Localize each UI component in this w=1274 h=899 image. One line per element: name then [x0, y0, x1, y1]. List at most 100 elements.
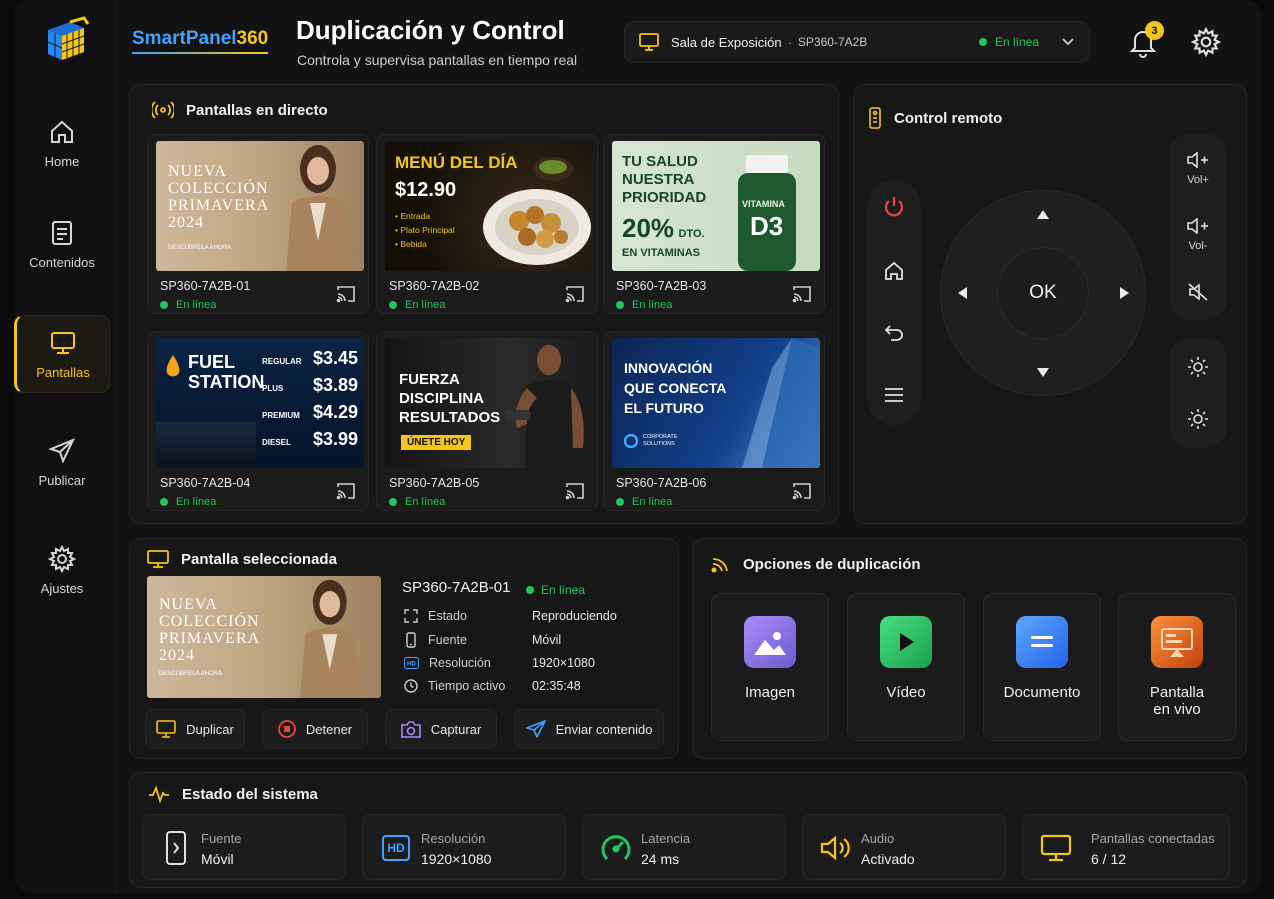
screen-card-03[interactable]: TU SALUD NUESTRA PRIORIDAD 20% DTO. EN V… [603, 134, 825, 314]
stat-source: Fuente Móvil [142, 814, 346, 880]
option-image[interactable]: Imagen [711, 593, 829, 741]
live-screen-icon [1151, 616, 1203, 668]
dpad-left-button[interactable] [948, 278, 976, 308]
cast-icon[interactable] [565, 482, 585, 500]
cast-icon[interactable] [565, 285, 585, 303]
cast-icon[interactable] [792, 285, 812, 303]
sidebar-item-pantallas[interactable]: Pantallas [14, 315, 110, 393]
option-video[interactable]: Vídeo [847, 593, 965, 741]
cast-icon[interactable] [792, 482, 812, 500]
ad-line: FUERZA [399, 371, 460, 388]
mute-button[interactable] [1173, 275, 1223, 309]
home-icon [51, 120, 73, 143]
stat-label: Latencia [641, 831, 691, 846]
ad-cta: ÚNETE HOY [401, 435, 472, 450]
triangle-up-icon [1037, 209, 1049, 219]
sidebar-item-label: Pantallas [36, 364, 90, 380]
sidebar-item-ajustes[interactable]: Ajustes [14, 531, 110, 609]
volume-up-icon [1187, 152, 1208, 168]
fuel-price-row: PLUS $3.89 [262, 375, 358, 402]
screen-thumbnail-fashion: NUEVA COLECCIÓN PRIMAVERA 2024 DESCÚBREL… [156, 141, 364, 271]
option-label: en vivo [1153, 701, 1201, 718]
screen-thumbnail-fuel: FUEL STATION REGULAR $3.45 PLUS $3.89 PREM… [156, 338, 364, 468]
screen-status: En línea [160, 496, 216, 508]
ad-text: INNOVACIÓN QUE CONECTA EL FUTURO [624, 358, 726, 418]
button-label: Enviar contenido [555, 721, 653, 737]
dpad-up-button[interactable] [1028, 200, 1058, 228]
power-icon [884, 197, 904, 217]
info-key: Tiempo activo [428, 679, 506, 693]
screen-card-06[interactable]: INNOVACIÓN QUE CONECTA EL FUTURO CORPORA… [603, 331, 825, 511]
duplicate-button[interactable]: Duplicar [145, 709, 245, 749]
ad-line: COLECCIÓN [159, 613, 260, 630]
status-label: En línea [632, 299, 673, 311]
ad-line: PRIMAVERA [168, 197, 270, 214]
stop-button[interactable]: Detener [262, 709, 368, 749]
device-status: En línea [978, 35, 1039, 49]
phone-icon [159, 831, 193, 865]
status-label: En línea [176, 496, 217, 508]
device-selector[interactable]: Sala de Exposición · SP360-7A2B En línea [624, 21, 1090, 63]
stat-value: Móvil [201, 851, 234, 867]
power-button[interactable] [875, 188, 913, 226]
corporate-logo-icon [624, 434, 638, 448]
capture-button[interactable]: Capturar [385, 709, 497, 749]
screen-id: SP360-7A2B-02 [389, 279, 480, 293]
cast-icon[interactable] [336, 285, 356, 303]
hd-icon: HD [379, 831, 413, 865]
home-button[interactable] [875, 252, 913, 290]
screen-card-02[interactable]: MENÚ DEL DÍA $12.90 • Entrada • Plato Pr… [376, 134, 598, 314]
ad-cta: DESCÚBRELA AHORA [159, 671, 223, 677]
info-value: Reproduciendo [532, 609, 617, 623]
sidebar-item-contenidos[interactable]: Contenidos [14, 205, 110, 283]
send-content-button[interactable]: Enviar contenido [514, 709, 664, 749]
button-label: Capturar [430, 721, 482, 737]
wifi-cast-icon [711, 558, 728, 573]
screen-card-04[interactable]: FUEL STATION REGULAR $3.45 PLUS $3.89 PREM… [147, 331, 369, 511]
ok-button[interactable]: OK [997, 247, 1089, 339]
dpad-right-button[interactable] [1110, 278, 1138, 308]
status-dot [526, 586, 534, 594]
option-live-screen[interactable]: Pantalla en vivo [1118, 593, 1236, 741]
info-row-tiempo: Tiempo activo 02:35:48 [404, 679, 581, 693]
stat-resolution: HD Resolución 1920×1080 [362, 814, 566, 880]
cast-icon[interactable] [336, 482, 356, 500]
menu-button[interactable] [875, 376, 913, 414]
settings-gear-icon[interactable] [1191, 27, 1221, 57]
ad-line: EL FUTURO [624, 400, 704, 416]
menu-items: • Entrada • Plato Principal • Bebida [395, 209, 455, 251]
option-document[interactable]: Documento [983, 593, 1101, 741]
volume-up-button[interactable]: Vol+ [1173, 145, 1223, 193]
brightness-down-button[interactable] [1173, 399, 1223, 439]
button-label: Detener [305, 721, 353, 737]
ad-line: NUEVA [159, 596, 218, 613]
ad-line: TU SALUD [622, 153, 698, 170]
mute-icon [1188, 283, 1208, 301]
info-row-estado: Estado Reproduciendo [404, 609, 617, 623]
speaker-icon [819, 831, 853, 865]
skyscraper-graphic [742, 338, 820, 468]
ad-text: FUERZA DISCIPLINA RESULTADOS [399, 370, 500, 427]
brand-underline [132, 52, 269, 54]
sidebar-item-publicar[interactable]: Publicar [14, 423, 110, 501]
fuel-grade: REGULAR [262, 357, 302, 366]
send-icon [48, 437, 76, 464]
screen-card-05[interactable]: FUERZA DISCIPLINA RESULTADOS ÚNETE HOY S… [376, 331, 598, 511]
fuel-grade: PREMIUM [262, 411, 300, 420]
svg-text:HD: HD [407, 662, 416, 668]
bottle-label: VITAMINA [742, 199, 785, 209]
volume-down-label: Vol- [1188, 240, 1208, 252]
screen-card-01[interactable]: NUEVA COLECCIÓN PRIMAVERA 2024 DESCÚBREL… [147, 134, 369, 314]
volume-down-button[interactable]: Vol- [1173, 211, 1223, 259]
dpad-down-button[interactable] [1028, 358, 1058, 386]
document-icon [1016, 616, 1068, 668]
brightness-up-button[interactable] [1173, 347, 1223, 387]
info-key: Estado [428, 609, 467, 623]
hd-icon: HD [404, 657, 419, 669]
food-plate [483, 157, 591, 265]
sidebar-item-home[interactable]: Home [14, 104, 110, 182]
corp-brand-line: SOLUTIONS [643, 441, 675, 447]
screen-id: SP360-7A2B-01 [160, 279, 251, 293]
panel-title: Estado del sistema [182, 785, 318, 803]
back-button[interactable] [875, 314, 913, 352]
